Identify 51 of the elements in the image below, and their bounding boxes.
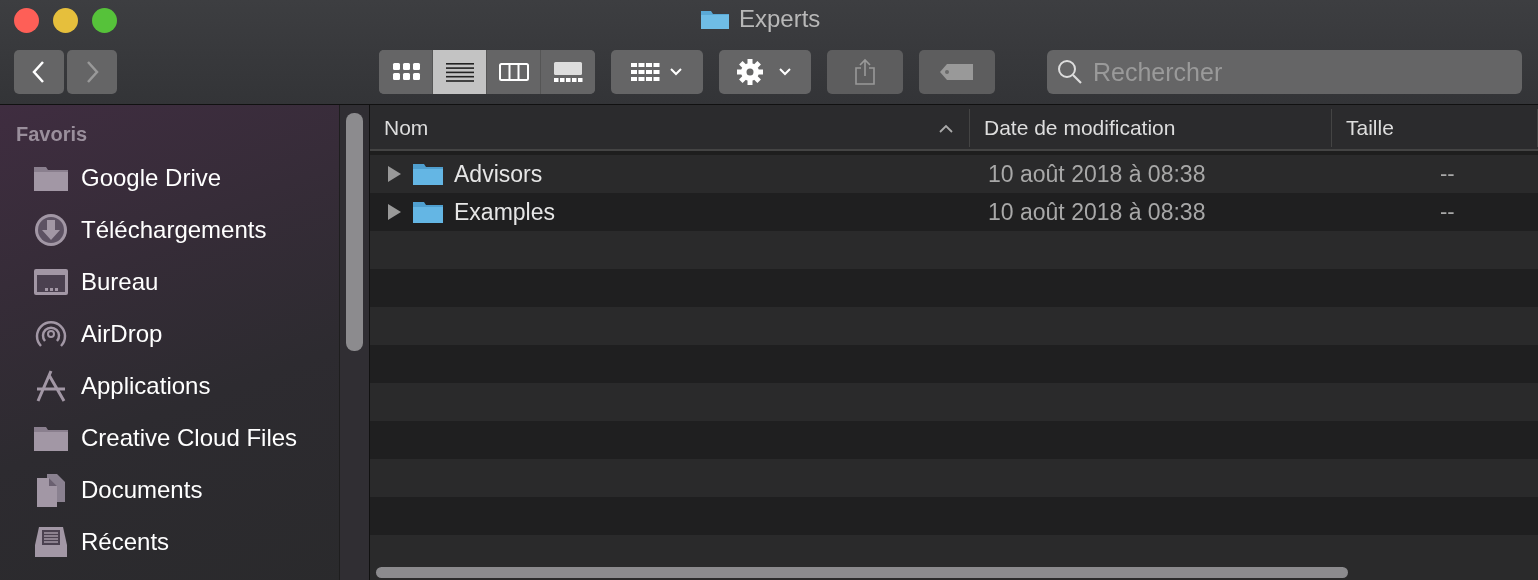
- chevron-left-icon: [32, 60, 46, 84]
- scrollbar-thumb[interactable]: [346, 113, 363, 351]
- gallery-icon: [553, 61, 583, 83]
- download-icon: [33, 212, 69, 248]
- folder-icon: [412, 162, 444, 186]
- settings-button[interactable]: [719, 50, 811, 94]
- sidebar-item[interactable]: Applications: [81, 372, 211, 400]
- column-header[interactable]: Date de modification: [970, 109, 1332, 147]
- view-button[interactable]: [433, 50, 487, 94]
- tag-icon: [939, 63, 975, 81]
- back-button[interactable]: [14, 50, 64, 94]
- group-by-button[interactable]: [611, 50, 703, 94]
- minimize-button[interactable]: [53, 7, 78, 33]
- gear-dropdown-icon: [736, 59, 794, 85]
- disclosure-triangle-icon[interactable]: [386, 165, 402, 183]
- file-size: --: [1440, 199, 1455, 224]
- view-button[interactable]: [379, 50, 433, 94]
- sidebar-item[interactable]: Récents: [81, 528, 170, 556]
- column-header[interactable]: Nom: [370, 109, 970, 147]
- chevron-right-icon: [85, 60, 99, 84]
- folder-icon: [700, 8, 730, 30]
- column-header[interactable]: Taille: [1332, 109, 1538, 147]
- folder-icon: [33, 424, 69, 452]
- scrollbar-thumb[interactable]: [376, 567, 1348, 578]
- list-icon: [444, 61, 475, 83]
- disclosure-triangle-icon[interactable]: [386, 203, 402, 221]
- sidebar-item[interactable]: Bureau: [81, 268, 159, 296]
- share-icon: [853, 58, 877, 86]
- sidebar-item[interactable]: Creative Cloud Files: [81, 424, 298, 452]
- sidebar-item[interactable]: Google Drive: [81, 164, 222, 192]
- sidebar-item[interactable]: Téléchargements: [81, 216, 267, 244]
- desktop-icon: [33, 268, 69, 296]
- zoom-button[interactable]: [92, 7, 117, 33]
- window-title: Experts: [739, 5, 821, 33]
- sidebar-item[interactable]: Documents: [81, 476, 203, 504]
- sort-ascending-icon: [939, 123, 953, 133]
- grid-icon: [390, 61, 421, 83]
- sidebar-item[interactable]: AirDrop: [81, 320, 163, 348]
- file-size: --: [1440, 161, 1455, 186]
- file-name: Advisors: [454, 160, 543, 188]
- recents-icon: [33, 525, 69, 559]
- search-icon: [1057, 59, 1083, 85]
- folder-icon: [412, 200, 444, 224]
- grid-dropdown-icon: [630, 61, 684, 83]
- modified-date: 10 août 2018 à 08:38: [988, 198, 1206, 225]
- sidebar-heading: Favoris: [16, 123, 89, 147]
- close-button[interactable]: [14, 7, 39, 33]
- folder-icon: [33, 164, 69, 192]
- modified-date: 10 août 2018 à 08:38: [988, 160, 1206, 187]
- columns-icon: [498, 61, 529, 83]
- file-name: Examples: [454, 198, 555, 226]
